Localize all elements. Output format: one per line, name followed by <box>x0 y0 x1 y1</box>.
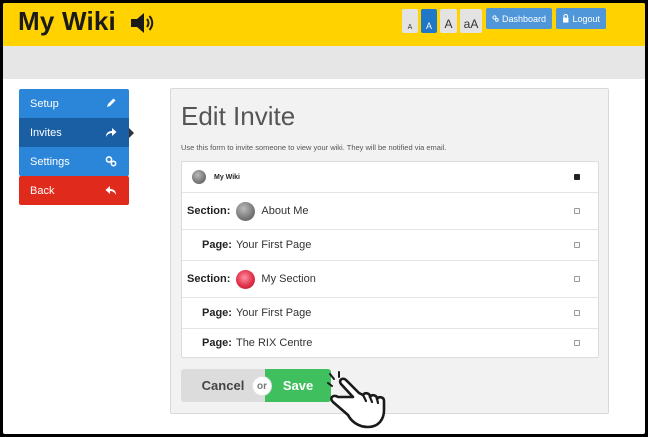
text-size-medium-button[interactable]: A <box>421 9 437 33</box>
gears-icon <box>492 15 499 22</box>
text-size-xlarge-button[interactable]: aA <box>460 9 482 33</box>
pencil-icon <box>107 98 116 107</box>
logout-label: Logout <box>572 13 600 24</box>
sidebar-item-label: Invites <box>30 126 62 139</box>
sidebar-item-label: Settings <box>30 155 70 168</box>
row-prefix: Page: <box>202 337 232 349</box>
section-avatar <box>236 269 256 289</box>
checkbox-section-about-me[interactable] <box>574 208 580 214</box>
tree-row-page: Page: Your First Page <box>182 298 598 329</box>
sidebar-nav: Setup Invites Settings Back <box>19 89 129 205</box>
row-text: The RIX Centre <box>235 337 313 349</box>
dashboard-label: Dashboard <box>501 13 546 24</box>
text-size-large-button[interactable]: A <box>440 9 457 33</box>
app-frame: My Wiki A A A aA Dashboard Logout Setup … <box>3 3 645 434</box>
save-button[interactable]: Save <box>265 369 331 402</box>
tree-row-section: Section: About Me <box>182 193 598 230</box>
sidebar-item-label: Back <box>30 184 55 197</box>
page-title: Edit Invite <box>181 101 296 131</box>
row-text: My Wiki <box>214 173 240 181</box>
section-avatar <box>236 201 256 221</box>
row-text: Your First Page <box>235 307 312 319</box>
tree-row-page: Page: Your First Page <box>182 230 598 261</box>
tree-row-wiki: My Wiki <box>182 162 598 193</box>
dashboard-button[interactable]: Dashboard <box>486 8 552 29</box>
checkbox-wiki[interactable] <box>574 174 580 180</box>
edit-invite-panel: Edit Invite Use this form to invite some… <box>170 88 609 414</box>
checkbox-section-my-section[interactable] <box>574 276 580 282</box>
page-description: Use this form to invite someone to view … <box>181 143 447 152</box>
tree-row-page: Page: The RIX Centre <box>182 329 598 357</box>
row-prefix: Page: <box>202 307 232 319</box>
tree-row-section: Section: My Section <box>182 261 598 298</box>
text-size-small-button[interactable]: A <box>402 9 418 33</box>
pointing-hand-icon <box>327 371 386 429</box>
site-title: My Wiki <box>18 6 116 36</box>
sidebar-item-label: Setup <box>30 97 59 110</box>
row-prefix: Section: <box>187 205 231 217</box>
active-nav-pointer <box>129 128 134 138</box>
wiki-avatar <box>192 170 206 184</box>
sidebar-item-setup[interactable]: Setup <box>19 89 129 118</box>
row-text: About Me <box>261 205 309 217</box>
sidebar-item-back[interactable]: Back <box>19 176 129 205</box>
checkbox-page-your-first-page-2[interactable] <box>574 310 580 316</box>
checkbox-page-rix-centre[interactable] <box>574 340 580 346</box>
logout-button[interactable]: Logout <box>556 8 606 29</box>
share-icon <box>106 128 117 137</box>
speaker-icon[interactable] <box>129 11 157 35</box>
sidebar-item-invites[interactable]: Invites <box>19 118 129 147</box>
checkbox-page-your-first-page[interactable] <box>574 242 580 248</box>
row-text: My Section <box>261 273 316 285</box>
row-prefix: Section: <box>187 273 231 285</box>
or-separator: or <box>252 376 272 396</box>
sidebar-item-settings[interactable]: Settings <box>19 147 129 176</box>
sub-header-bar <box>3 46 645 79</box>
invite-tree: My Wiki Section: About Me Page: Your Fir… <box>181 161 599 358</box>
row-text: Your First Page <box>235 239 312 251</box>
back-arrow-icon <box>105 186 116 195</box>
lock-icon <box>563 14 569 23</box>
gears-icon <box>105 156 117 167</box>
header-bar: My Wiki A A A aA Dashboard Logout <box>3 3 645 46</box>
row-prefix: Page: <box>202 239 232 251</box>
